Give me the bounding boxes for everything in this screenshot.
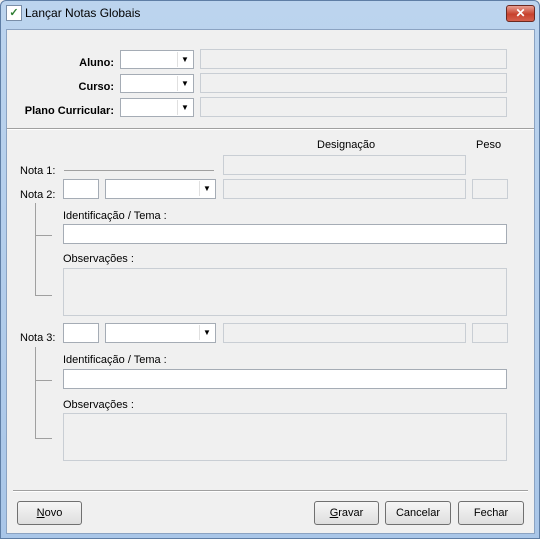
- plano-curricular-display: [200, 97, 507, 117]
- nota3-value-input[interactable]: [63, 323, 99, 343]
- nota3-identificacao-input[interactable]: [63, 369, 507, 389]
- nota3-observacoes-label: Observações :: [63, 399, 134, 411]
- nota1-line: [64, 170, 214, 171]
- curso-label: Curso:: [78, 81, 114, 93]
- nota2-designacao-field: [223, 179, 466, 199]
- nota2-observacoes-textarea[interactable]: [63, 268, 507, 316]
- cancelar-button[interactable]: Cancelar: [385, 501, 451, 525]
- nota2-observacoes-label: Observações :: [63, 253, 134, 265]
- aluno-label: Aluno:: [79, 57, 114, 69]
- nota2-tree-branch: [35, 295, 52, 296]
- novo-button[interactable]: Novo: [17, 501, 82, 525]
- chevron-down-icon: ▼: [199, 325, 214, 340]
- aluno-dropdown[interactable]: ▼: [120, 50, 194, 69]
- gravar-button[interactable]: Gravar: [314, 501, 379, 525]
- gravar-accelerator: G: [329, 507, 339, 519]
- footer-separator: [13, 490, 528, 492]
- curso-name-display: [200, 73, 507, 93]
- nota2-identificacao-label: Identificação / Tema :: [63, 210, 167, 222]
- curso-dropdown[interactable]: ▼: [120, 74, 194, 93]
- form-client-area: Aluno: ▼ Curso: ▼ Plano Curricular: ▼ De…: [6, 29, 535, 534]
- nota2-tree-line: [35, 203, 36, 295]
- window-title: Lançar Notas Globais: [25, 6, 141, 20]
- app-icon: ✓: [6, 5, 22, 21]
- nota3-type-dropdown[interactable]: ▼: [105, 323, 216, 343]
- nota2-peso-field: [472, 179, 508, 199]
- aluno-name-display: [200, 49, 507, 69]
- nota3-tree-branch: [35, 438, 52, 439]
- novo-accelerator: N: [36, 507, 45, 519]
- designacao-column-header: Designação: [317, 139, 376, 151]
- nota2-tree-branch: [35, 235, 52, 236]
- chevron-down-icon: ▼: [199, 181, 214, 196]
- close-icon: ✕: [515, 6, 526, 20]
- chevron-down-icon: ▼: [177, 52, 192, 67]
- nota2-value-input[interactable]: [63, 179, 99, 199]
- fechar-button[interactable]: Fechar: [458, 501, 524, 525]
- nota3-observacoes-textarea[interactable]: [63, 413, 507, 461]
- plano-curricular-label: Plano Curricular:: [24, 105, 114, 117]
- nota1-label: Nota 1:: [20, 165, 56, 177]
- chevron-down-icon: ▼: [177, 76, 192, 91]
- nota3-peso-field: [472, 323, 508, 343]
- peso-column-header: Peso: [476, 139, 502, 151]
- gravar-label: ravar: [338, 507, 364, 519]
- nota3-designacao-field: [223, 323, 466, 343]
- nota2-identificacao-input[interactable]: [63, 224, 507, 244]
- window: ✓ Lançar Notas Globais ✕ Aluno: ▼ Curso:…: [0, 0, 540, 539]
- novo-label: ovo: [44, 507, 63, 519]
- close-button[interactable]: ✕: [506, 5, 535, 22]
- nota3-tree-branch: [35, 380, 52, 381]
- chevron-down-icon: ▼: [177, 100, 192, 115]
- nota3-label: Nota 3:: [20, 332, 56, 344]
- nota2-type-dropdown[interactable]: ▼: [105, 179, 216, 199]
- nota3-identificacao-label: Identificação / Tema :: [63, 354, 167, 366]
- nota3-tree-line: [35, 347, 36, 438]
- plano-curricular-dropdown[interactable]: ▼: [120, 98, 194, 117]
- nota1-designacao-field: [223, 155, 466, 175]
- header-separator: [7, 128, 534, 130]
- nota2-label: Nota 2:: [20, 189, 56, 201]
- title-bar[interactable]: ✓ Lançar Notas Globais ✕: [1, 1, 539, 27]
